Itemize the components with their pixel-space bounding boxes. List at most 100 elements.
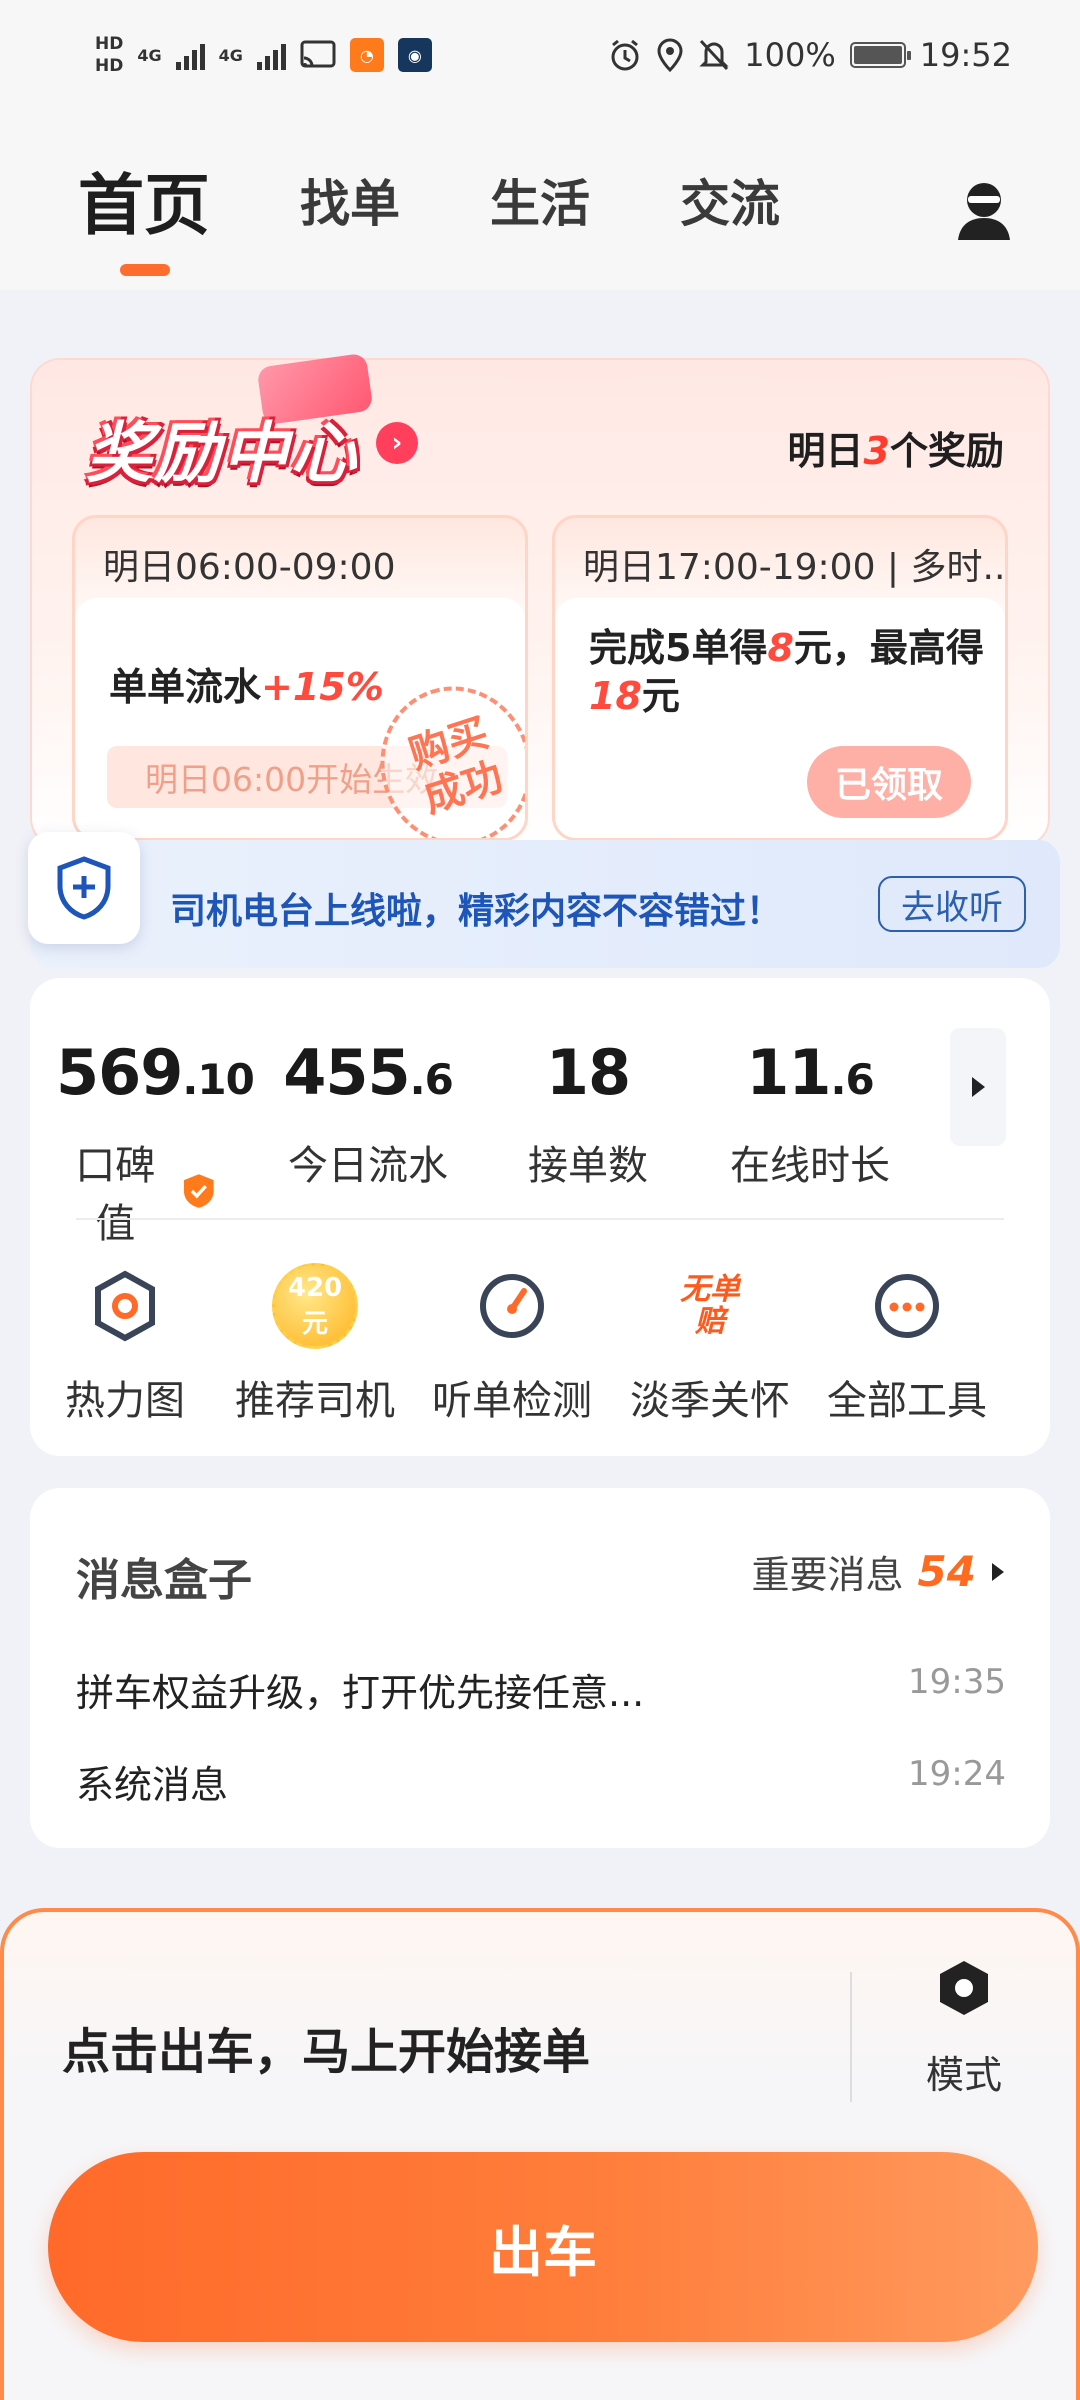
stat-dec: .6: [409, 1055, 454, 1104]
stat-order-count[interactable]: 18 接单数: [518, 1038, 658, 1191]
battery-icon: [849, 42, 911, 68]
status-bar: HD HD 4G 4G ◔ ◉ 100% 19:52: [0, 0, 1080, 110]
tool-order-check[interactable]: 听单检测: [417, 1258, 607, 1426]
stat-int: 11: [746, 1036, 831, 1109]
message-time: 19:35: [908, 1662, 1006, 1702]
reward-card-time: 明日17:00-19:00 | 多时...: [583, 547, 1005, 588]
clock: 19:52: [919, 36, 1012, 74]
hd2-label: HD: [95, 56, 124, 76]
mode-label: 模式: [925, 2053, 1002, 2097]
net2-label: 4G: [218, 45, 243, 65]
stats-divider: [76, 1218, 1004, 1220]
stats-card: 569.10 口碑值 455.6 今日流水 18 接单数 11.6 在线时长 热…: [30, 978, 1050, 1456]
tool-label: 全部工具: [827, 1378, 987, 1424]
shield-plus-icon: [28, 832, 140, 944]
tab-community[interactable]: 交流: [680, 164, 780, 236]
important-messages-link[interactable]: 重要消息 54: [752, 1544, 1006, 1599]
location-icon: [657, 38, 683, 72]
line-c: 元: [641, 674, 680, 718]
alarm-icon: [611, 39, 639, 71]
stat-label: 接单数: [528, 1143, 648, 1189]
summary-count: 3: [863, 429, 890, 473]
tool-heatmap[interactable]: 热力图: [30, 1258, 220, 1426]
amount-b: 18: [589, 674, 642, 718]
chevron-right-icon[interactable]: ›: [376, 422, 418, 464]
panel-divider: [850, 1972, 852, 2102]
badge-line2: 赔: [695, 1304, 725, 1339]
stat-label: 口碑值: [75, 1143, 156, 1247]
top-nav: 首页 找单 生活 交流: [0, 110, 1080, 290]
reward-card-main: 单单流水+15%: [109, 656, 384, 711]
no-order-compensation-icon: 无单 赔: [680, 1274, 740, 1338]
important-label: 重要消息: [751, 1553, 904, 1597]
didi-app-icon: ◔: [349, 38, 384, 72]
stat-today-income[interactable]: 455.6 今日流水: [278, 1038, 458, 1191]
message-text: 系统消息: [76, 1763, 229, 1807]
profile-icon[interactable]: [956, 180, 1012, 242]
gauge-icon: [480, 1274, 544, 1338]
stat-dec: .6: [830, 1055, 875, 1104]
stat-int: 569: [56, 1036, 183, 1109]
rewards-summary: 明日3个奖励: [788, 420, 1004, 475]
cast-icon: [300, 40, 336, 68]
hexagon-icon: [95, 1270, 155, 1342]
start-prompt: 点击出车，马上开始接单: [62, 2024, 591, 2080]
signal-icon-2: [256, 40, 286, 70]
message-box-title: 消息盒子: [76, 1555, 252, 1606]
amount-a: 8: [767, 626, 794, 670]
stat-online-hours[interactable]: 11.6 在线时长: [720, 1038, 900, 1191]
main-prefix: 单单流水: [109, 665, 262, 709]
triangle-right-icon: [972, 1077, 985, 1097]
tab-life[interactable]: 生活: [490, 164, 590, 236]
hexagon-settings-icon: [940, 1961, 988, 2015]
stat-dec: .10: [182, 1055, 254, 1104]
claimed-button[interactable]: 已领取: [807, 746, 971, 818]
reward-card-flow-bonus[interactable]: 明日06:00-09:00 单单流水+15% 明日06:00开始生效 购买成功: [72, 515, 528, 841]
listen-button[interactable]: 去收听: [878, 876, 1026, 932]
purchase-success-stamp: 购买成功: [359, 666, 525, 838]
summary-prefix: 明日: [787, 429, 864, 473]
main-highlight: +15%: [261, 665, 384, 709]
line-a: 完成5单得: [589, 626, 768, 670]
tab-find-orders[interactable]: 找单: [300, 164, 400, 236]
stats-more-arrow[interactable]: [950, 1028, 1006, 1146]
hd-indicator: HD HD: [95, 33, 123, 77]
tool-label: 淡季关怀: [630, 1378, 790, 1424]
coin-icon: 420元: [272, 1263, 358, 1349]
important-count: 54: [917, 1547, 976, 1596]
message-row[interactable]: 拼车权益升级，打开优先接任意... 19:35: [76, 1662, 1006, 1717]
stat-int: 455: [283, 1036, 410, 1109]
start-work-panel: 点击出车，马上开始接单 模式 出车: [0, 1908, 1080, 2400]
tool-all-tools[interactable]: 全部工具: [812, 1258, 1002, 1426]
rewards-center-title: 奖励中心: [86, 415, 358, 492]
tool-recommend-driver[interactable]: 420元 推荐司机: [220, 1258, 410, 1426]
reward-card-main: 完成5单得8元，最高得 18元: [589, 624, 985, 720]
message-box-card: 消息盒子 重要消息 54 拼车权益升级，打开优先接任意... 19:35 系统消…: [30, 1488, 1050, 1848]
mute-icon: [699, 39, 729, 71]
tab-home[interactable]: 首页: [78, 152, 210, 276]
line-b: 元，最高得: [793, 626, 984, 670]
tool-off-season-care[interactable]: 无单 赔 淡季关怀: [615, 1258, 805, 1426]
stat-label: 今日流水: [288, 1143, 448, 1189]
start-driving-button[interactable]: 出车: [48, 2152, 1038, 2342]
message-time: 19:24: [908, 1754, 1006, 1794]
triangle-right-icon: [992, 1562, 1004, 1581]
hd1-label: HD: [95, 34, 124, 54]
mode-button[interactable]: 模式: [904, 1958, 1024, 2099]
message-text: 拼车权益升级，打开优先接任意...: [76, 1671, 645, 1715]
stat-label: 在线时长: [730, 1143, 890, 1189]
tool-label: 听单检测: [432, 1378, 592, 1424]
tool-label: 热力图: [65, 1378, 185, 1424]
radio-banner-text: 司机电台上线啦，精彩内容不容错过！: [170, 891, 783, 932]
more-icon: [875, 1274, 939, 1338]
net1-label: 4G: [137, 45, 162, 65]
stat-int: 18: [545, 1036, 631, 1109]
rewards-center-card[interactable]: 奖励中心 › 明日3个奖励 明日06:00-09:00 单单流水+15% 明日0…: [30, 352, 1050, 848]
tool-label: 推荐司机: [235, 1378, 395, 1424]
reward-card-order-bonus[interactable]: 明日17:00-19:00 | 多时... 完成5单得8元，最高得 18元 已领取: [552, 515, 1008, 841]
message-row[interactable]: 系统消息 19:24: [76, 1754, 1006, 1809]
badge-line1: 无单: [680, 1272, 740, 1307]
app-notification-icon: ◉: [397, 38, 432, 72]
driver-radio-banner[interactable]: 司机电台上线啦，精彩内容不容错过！ 去收听: [28, 832, 1060, 968]
reward-card-time: 明日06:00-09:00: [103, 547, 396, 588]
